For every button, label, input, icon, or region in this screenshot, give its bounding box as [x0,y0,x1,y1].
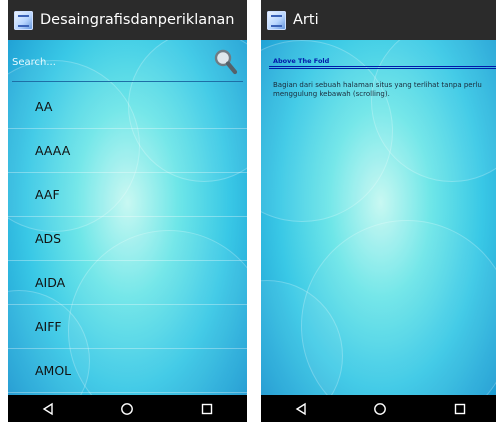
list-item[interactable]: AIDA [8,261,247,305]
list-item[interactable]: ADS [8,217,247,261]
divider [269,68,496,69]
home-button[interactable] [371,400,389,418]
term-list: AA AAAA AAF ADS AIDA AIFF AMOL [8,85,247,393]
home-circle-icon [374,402,387,415]
back-triangle-icon [42,402,53,415]
app-title: Desaingrafisdanperiklanan [40,12,235,28]
left-screen: Desaingrafisdanperiklanan AA AAAA AAF AD… [8,0,247,422]
list-item[interactable]: AMOL [8,349,247,393]
navigation-bar [8,395,247,422]
app-titlebar: Desaingrafisdanperiklanan [8,0,247,40]
navigation-bar [261,395,496,422]
back-button[interactable] [292,400,310,418]
recents-square-icon [454,403,466,414]
right-screen: Arti Above The Fold Bagian dari sebuah h… [261,0,496,422]
search-bar [8,40,247,84]
screen-title: Arti [293,12,319,28]
list-item[interactable]: AAF [8,173,247,217]
list-item[interactable]: AA [8,85,247,129]
divider [269,66,496,67]
search-underline [12,81,243,82]
term-definition: Bagian dari sebuah halaman situs yang te… [273,81,482,98]
search-button[interactable] [213,48,239,76]
back-triangle-icon [295,402,306,415]
recents-button[interactable] [451,400,469,418]
recents-square-icon [201,403,213,414]
app-icon [267,10,286,30]
back-button[interactable] [39,400,57,418]
home-circle-icon [121,402,134,415]
list-item[interactable]: AIFF [8,305,247,349]
search-input[interactable] [12,52,202,72]
app-titlebar: Arti [261,0,496,40]
search-icon [214,49,238,75]
home-button[interactable] [118,400,136,418]
term-title: Above The Fold [273,57,330,65]
recents-button[interactable] [198,400,216,418]
app-icon [14,10,33,30]
list-item[interactable]: AAAA [8,129,247,173]
